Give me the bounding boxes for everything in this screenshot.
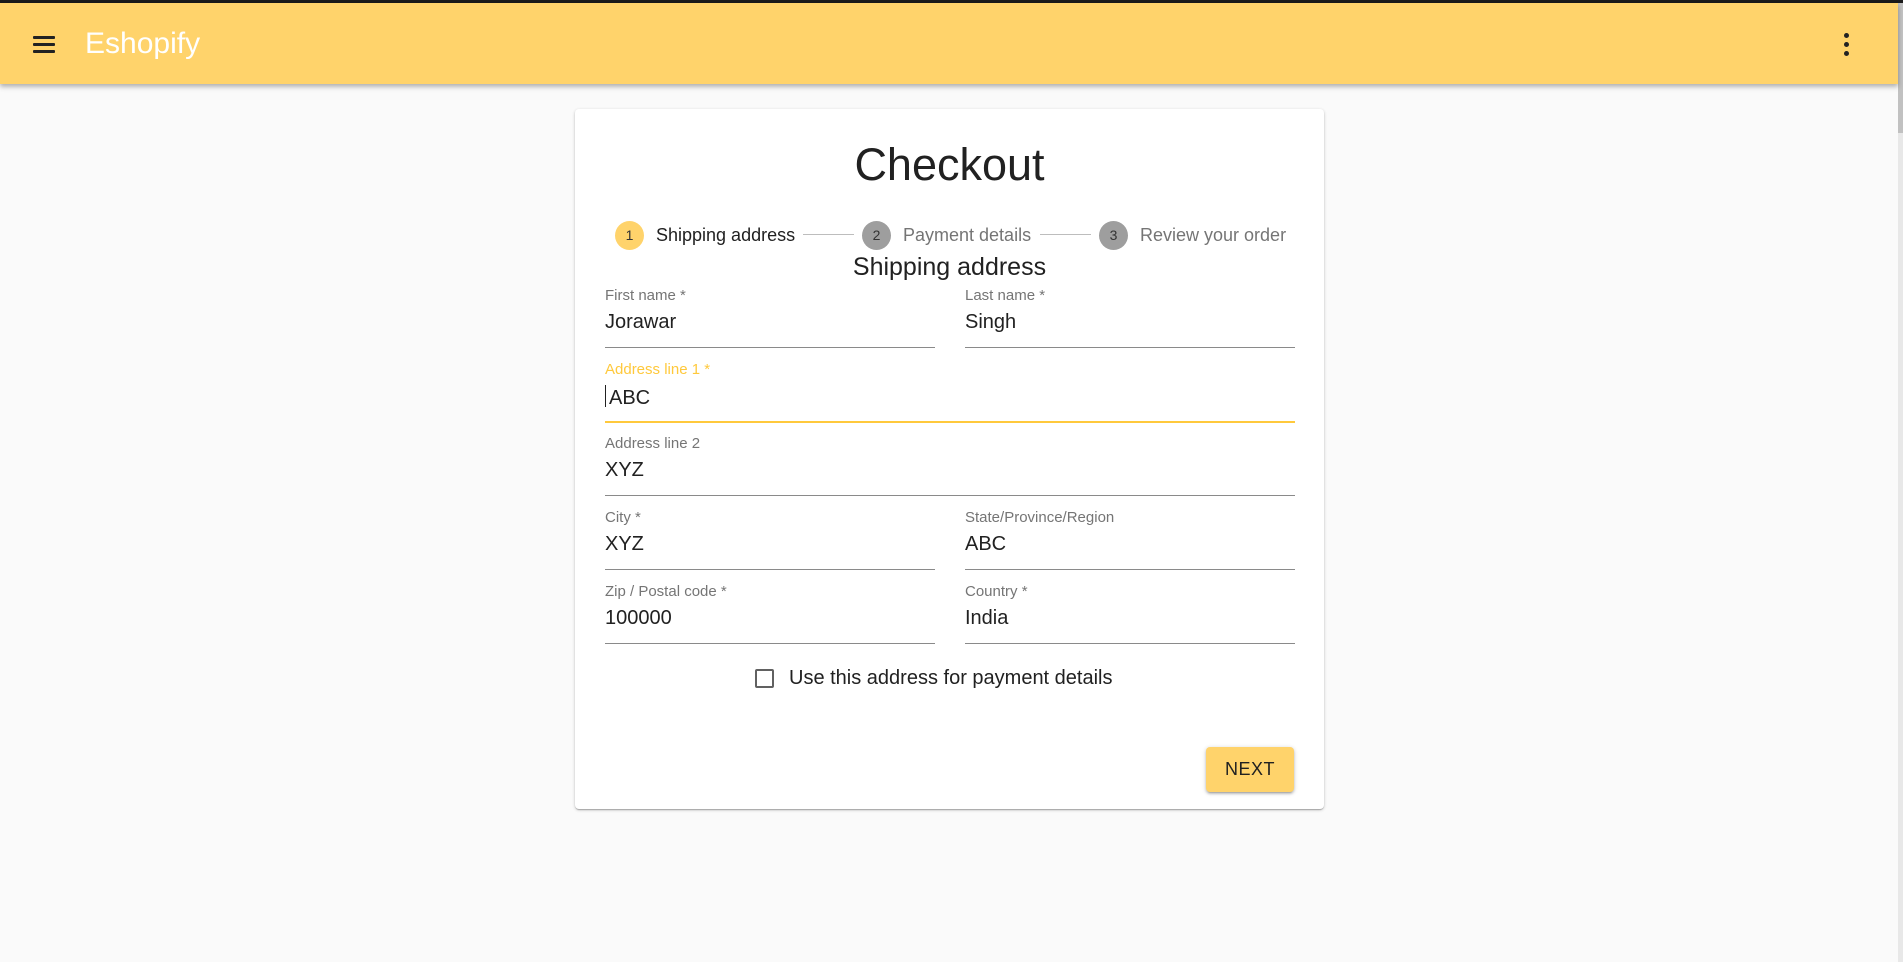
country-input[interactable]: India [965,607,1008,630]
city-input[interactable]: XYZ [605,533,644,556]
app-bar: Eshopify [0,3,1898,84]
use-address-for-payment-checkbox[interactable]: Use this address for payment details [755,660,1113,696]
state-input[interactable]: ABC [965,533,1006,556]
city-field[interactable]: City * XYZ [605,509,935,571]
step-number-icon: 3 [1099,220,1128,250]
checkbox-label: Use this address for payment details [789,666,1113,689]
step-connector [803,234,854,235]
field-underline [965,569,1295,570]
step-shipping-address: 1 Shipping address [615,219,795,251]
scrollbar-thumb[interactable] [1898,3,1903,133]
first-name-field[interactable]: First name * Jorawar [605,287,935,349]
state-field[interactable]: State/Province/Region ABC [965,509,1295,571]
step-label: Shipping address [656,224,796,245]
field-underline [965,643,1295,644]
step-label: Payment details [903,224,1032,245]
step-review-order: 3 Review your order [1099,219,1286,251]
address-line-1-value: ABC [609,387,651,409]
country-field[interactable]: Country * India [965,583,1295,645]
page-title: Checkout [854,139,1045,190]
page-scrollbar[interactable] [1898,3,1903,962]
checkout-stepper: 1 Shipping address 2 Payment details 3 R… [575,219,1324,251]
next-button[interactable]: NEXT [1206,747,1294,792]
menu-icon[interactable] [24,24,64,64]
last-name-field[interactable]: Last name * Singh [965,287,1295,349]
field-label: Country * [965,583,1028,600]
field-label: Address line 1 * [605,361,711,378]
step-payment-details: 2 Payment details [862,219,1031,251]
step-connector [1040,234,1091,235]
field-label: First name * [605,287,686,304]
field-label: City * [605,509,641,526]
app-title: Eshopify [85,27,201,60]
field-underline [605,421,1295,423]
field-underline [605,495,1295,496]
last-name-input[interactable]: Singh [965,311,1016,334]
checkbox-unchecked-icon[interactable] [755,668,774,688]
zip-input[interactable]: 100000 [605,607,672,630]
section-title: Shipping address [852,253,1047,281]
field-label: Zip / Postal code * [605,583,727,600]
field-label: State/Province/Region [965,509,1115,526]
checkout-card: Checkout 1 Shipping address 2 Payment de… [575,109,1324,809]
field-underline [605,569,935,570]
step-number-icon: 1 [615,220,644,250]
first-name-input[interactable]: Jorawar [605,311,676,334]
field-label: Last name * [965,287,1046,304]
step-number-icon: 2 [862,220,891,250]
zip-field[interactable]: Zip / Postal code * 100000 [605,583,935,645]
field-underline [605,643,935,644]
address-line-2-input[interactable]: XYZ [605,459,644,482]
more-vert-icon[interactable] [1826,24,1866,64]
field-label: Address line 2 [605,435,701,452]
field-underline [605,347,935,348]
address-line-1-field[interactable]: Address line 1 * ABC [605,361,1295,423]
address-line-1-input[interactable]: ABC [605,385,650,410]
step-label: Review your order [1140,224,1287,245]
address-line-2-field[interactable]: Address line 2 XYZ [605,435,1295,497]
text-caret [605,385,606,407]
field-underline [965,347,1295,348]
